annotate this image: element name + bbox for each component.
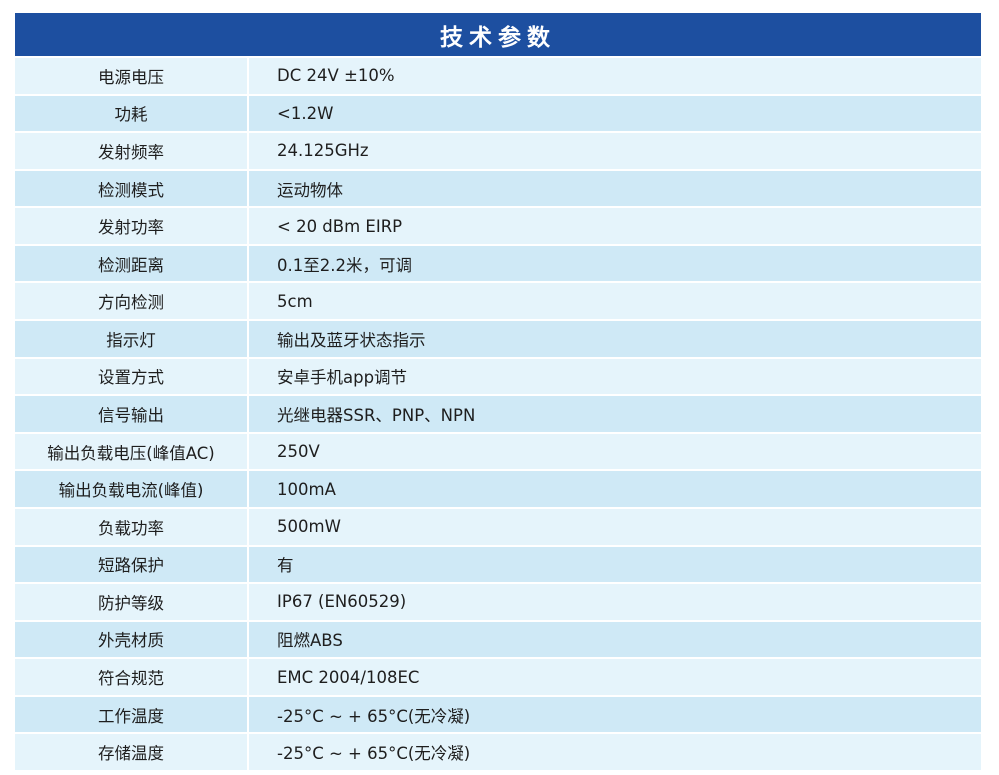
- row-label: 检测模式: [15, 170, 249, 207]
- table-row: 信号输出 光继电器SSR、PNP、NPN: [15, 394, 981, 432]
- row-label: 存储温度: [15, 734, 249, 770]
- table-row: 方向检测 5cm: [15, 281, 981, 320]
- row-value: < 20 dBm EIRP: [277, 216, 403, 236]
- row-label: 功耗: [15, 95, 249, 132]
- row-value: -25°C ~ + 65°C(无冷凝): [277, 744, 471, 764]
- row-value: 阻燃ABS: [277, 631, 343, 651]
- table-row: 负载功率 500mW: [15, 506, 981, 545]
- row-value: 100mA: [277, 479, 336, 499]
- row-label: 输出负载电压(峰值AC): [15, 433, 249, 470]
- row-value: 光继电器SSR、PNP、NPN: [277, 405, 476, 425]
- row-label: 负载功率: [15, 508, 249, 545]
- row-label: 信号输出: [15, 396, 249, 432]
- row-label: 发射功率: [15, 208, 249, 244]
- row-value: <1.2W: [277, 103, 334, 123]
- table-row: 输出负载电压(峰值AC) 250V: [15, 431, 981, 470]
- row-value: 24.125GHz: [277, 141, 369, 161]
- table-row: 短路保护 有: [15, 544, 981, 583]
- row-value: 5cm: [277, 291, 313, 311]
- row-value: IP67 (EN60529): [277, 592, 407, 612]
- row-value: 有: [277, 556, 294, 576]
- row-value: 250V: [277, 442, 320, 462]
- row-label: 设置方式: [15, 358, 249, 395]
- table-row: 输出负载电流(峰值) 100mA: [15, 469, 981, 507]
- row-value: EMC 2004/108EC: [277, 667, 420, 687]
- row-label: 方向检测: [15, 283, 249, 320]
- table-row: 防护等级 IP67 (EN60529): [15, 582, 981, 620]
- row-label: 发射频率: [15, 133, 249, 169]
- table-row: 电源电压 DC 24V ±10%: [15, 56, 981, 94]
- row-value: 0.1至2.2米，可调: [277, 255, 412, 275]
- row-label: 短路保护: [15, 546, 249, 583]
- row-value: -25°C ~ + 65°C(无冷凝): [277, 706, 471, 726]
- row-label: 电源电压: [15, 58, 249, 94]
- row-label: 防护等级: [15, 584, 249, 620]
- table-row: 功耗 <1.2W: [15, 93, 981, 132]
- row-label: 指示灯: [15, 321, 249, 357]
- row-label: 检测距离: [15, 245, 249, 282]
- table-row: 检测模式 运动物体: [15, 168, 981, 207]
- row-label: 工作温度: [15, 696, 249, 733]
- table-row: 外壳材质 阻燃ABS: [15, 619, 981, 658]
- row-value: 输出及蓝牙状态指示: [277, 330, 426, 350]
- spec-table: 技术参数 电源电压 DC 24V ±10% 功耗 <1.2W 发射频率 24.125G…: [15, 13, 981, 771]
- table-row: 工作温度 -25°C ~ + 65°C(无冷凝): [15, 694, 981, 733]
- row-value: 运动物体: [277, 180, 343, 200]
- table-row: 发射频率 24.125GHz: [15, 131, 981, 169]
- row-label: 符合规范: [15, 659, 249, 695]
- table-row: 符合规范 EMC 2004/108EC: [15, 657, 981, 695]
- row-value: DC 24V ±10%: [277, 66, 395, 86]
- row-label: 外壳材质: [15, 621, 249, 658]
- row-value: 安卓手机app调节: [277, 368, 408, 388]
- table-body: 电源电压 DC 24V ±10% 功耗 <1.2W 发射频率 24.125GHz 检测…: [15, 56, 981, 770]
- table-title: 技术参数: [440, 24, 556, 51]
- table-row: 检测距离 0.1至2.2米，可调: [15, 243, 981, 282]
- table-row: 设置方式 安卓手机app调节: [15, 356, 981, 395]
- table-header: 技术参数: [15, 13, 981, 56]
- table-row: 存储温度 -25°C ~ + 65°C(无冷凝): [15, 732, 981, 770]
- table-row: 发射功率 < 20 dBm EIRP: [15, 206, 981, 244]
- row-label: 输出负载电流(峰值): [15, 471, 249, 507]
- table-row: 指示灯 输出及蓝牙状态指示: [15, 319, 981, 357]
- row-value: 500mW: [277, 517, 341, 537]
